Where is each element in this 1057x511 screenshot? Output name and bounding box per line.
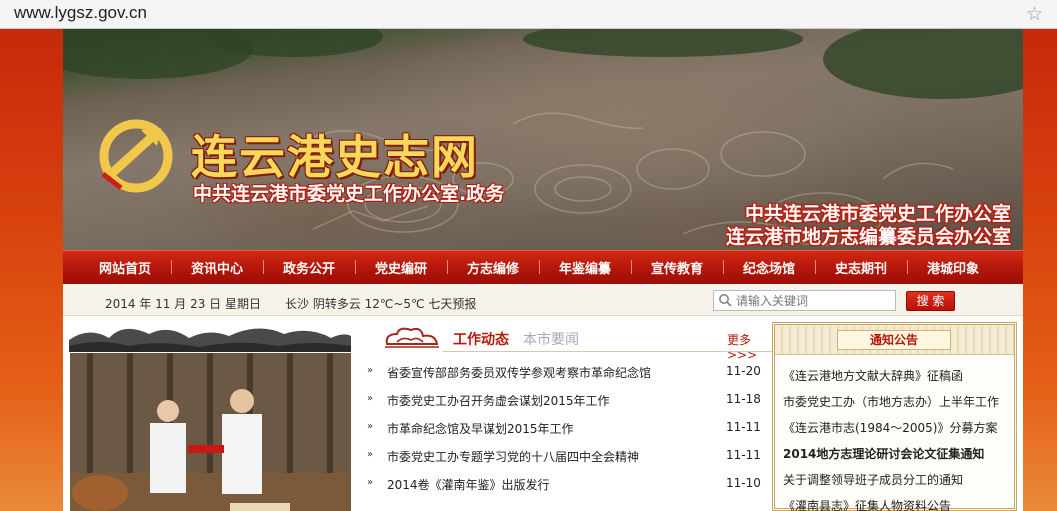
- auspicious-cloud-icon: [385, 327, 439, 348]
- notice-list: 《连云港地方文献大辞典》征稿函 市委党史工办（市地方志办）上半年工作 《连云港市…: [783, 367, 1015, 511]
- page-background-left: [0, 29, 63, 511]
- ink-mountain-decoration: [69, 328, 351, 352]
- divider: [443, 351, 773, 352]
- party-emblem-icon: [99, 119, 173, 193]
- main-content: 工作动态 本市要闻 更多 >>> » 省委宣传部部务委员双传学参观考察市革命纪念…: [63, 316, 1023, 511]
- search-icon: [719, 294, 732, 307]
- notice-item[interactable]: 《连云港市志(1984～2005)》分募方案: [783, 419, 1015, 445]
- news-more-link[interactable]: 更多 >>>: [727, 331, 773, 362]
- notice-item[interactable]: 《连云港地方文献大辞典》征稿函: [783, 367, 1015, 393]
- nav-item-news-center[interactable]: 资讯中心: [171, 258, 263, 277]
- browser-address-bar[interactable]: www.lygsz.gov.cn ☆: [0, 0, 1057, 29]
- current-date: 2014 年 11 月 23 日 星期日: [105, 297, 261, 311]
- star-icon[interactable]: ☆: [1026, 3, 1043, 25]
- double-chevron-right-icon: »: [367, 477, 374, 488]
- news-list: » 省委宣传部部务委员双传学参观考察市革命纪念馆 11-20 » 市委党史工办召…: [365, 364, 765, 504]
- tab-work-updates[interactable]: 工作动态: [453, 329, 509, 349]
- nav-item-journals[interactable]: 史志期刊: [815, 258, 907, 277]
- news-header: 工作动态 本市要闻 更多 >>>: [383, 324, 773, 362]
- main-nav: 网站首页 资讯中心 政务公开 党史编研 方志编修 年鉴编纂 宣传教育 纪念场馆 …: [63, 250, 1023, 284]
- site-subtitle: 中共连云港市委党史工作办公室.政务: [193, 183, 505, 205]
- news-photo[interactable]: [70, 353, 351, 511]
- nav-item-home[interactable]: 网站首页: [79, 258, 171, 277]
- news-item-date: 11-11: [726, 448, 761, 462]
- notice-item[interactable]: 关于调整领导班子成员分工的通知: [783, 471, 1015, 497]
- notice-item[interactable]: 《灌南县志》征集人物资料公告: [783, 497, 1015, 511]
- nav-item-local-chronicles[interactable]: 方志编修: [447, 258, 539, 277]
- search-box[interactable]: [713, 290, 896, 311]
- tab-city-news[interactable]: 本市要闻: [523, 329, 579, 349]
- nav-item-government-affairs[interactable]: 政务公开: [263, 258, 355, 277]
- news-item-title[interactable]: 市委党史工办召开务虚会谋划2015年工作: [387, 392, 610, 409]
- notice-panel: 通知公告 《连云港地方文献大辞典》征稿函 市委党史工办（市地方志办）上半年工作 …: [772, 322, 1017, 511]
- nav-item-publicity[interactable]: 宣传教育: [631, 258, 723, 277]
- double-chevron-right-icon: »: [367, 449, 374, 460]
- site-title: 连云港史志网: [191, 130, 479, 184]
- notice-title[interactable]: 通知公告: [837, 330, 951, 350]
- news-item-date: 11-18: [726, 392, 761, 406]
- news-item[interactable]: » 市委党史工办专题学习党的十八届四中全会精神 11-11: [365, 448, 765, 476]
- url-text[interactable]: www.lygsz.gov.cn: [14, 3, 147, 23]
- nav-item-party-history[interactable]: 党史编研: [355, 258, 447, 277]
- nav-item-yearbook[interactable]: 年鉴编纂: [539, 258, 631, 277]
- office-name-local-chronicles: 连云港市地方志编纂委员会办公室: [725, 226, 1011, 248]
- news-item-date: 11-11: [726, 420, 761, 434]
- news-item-title[interactable]: 市革命纪念馆及早谋划2015年工作: [387, 420, 574, 437]
- notice-item[interactable]: 市委党史工办（市地方志办）上半年工作: [783, 393, 1015, 419]
- news-item-title[interactable]: 市委党史工办专题学习党的十八届四中全会精神: [387, 448, 639, 465]
- news-item-title[interactable]: 2014卷《灌南年鉴》出版发行: [387, 476, 550, 493]
- page-background-right: [1023, 29, 1057, 511]
- nav-item-city-impression[interactable]: 港城印象: [907, 258, 999, 277]
- news-item-date: 11-10: [726, 476, 761, 490]
- news-item[interactable]: » 市委党史工办召开务虚会谋划2015年工作 11-18: [365, 392, 765, 420]
- nav-item-memorial-venues[interactable]: 纪念场馆: [723, 258, 815, 277]
- double-chevron-right-icon: »: [367, 393, 374, 404]
- news-item[interactable]: » 市革命纪念馆及早谋划2015年工作 11-11: [365, 420, 765, 448]
- double-chevron-right-icon: »: [367, 421, 374, 432]
- news-item[interactable]: » 省委宣传部部务委员双传学参观考察市革命纪念馆 11-20: [365, 364, 765, 392]
- double-chevron-right-icon: »: [367, 365, 374, 376]
- notice-header: 通知公告: [775, 325, 1014, 355]
- notice-item[interactable]: 2014地方志理论研讨会论文征集通知: [783, 445, 1015, 471]
- search-input[interactable]: [736, 292, 891, 309]
- search-button[interactable]: 搜 索: [906, 291, 955, 311]
- info-strip: 2014 年 11 月 23 日 星期日 长沙 阴转多云 12℃~5℃ 七天预报…: [63, 284, 1023, 316]
- news-item-date: 11-20: [726, 364, 761, 378]
- news-item[interactable]: » 2014卷《灌南年鉴》出版发行 11-10: [365, 476, 765, 504]
- news-item-title[interactable]: 省委宣传部部务委员双传学参观考察市革命纪念馆: [387, 364, 651, 381]
- photo-scene: [70, 353, 351, 511]
- weather-info[interactable]: 长沙 阴转多云 12℃~5℃ 七天预报: [285, 295, 476, 312]
- site-banner: 连云港史志网 中共连云港市委党史工作办公室.政务 中共连云港市委党史工作办公室 …: [63, 29, 1023, 250]
